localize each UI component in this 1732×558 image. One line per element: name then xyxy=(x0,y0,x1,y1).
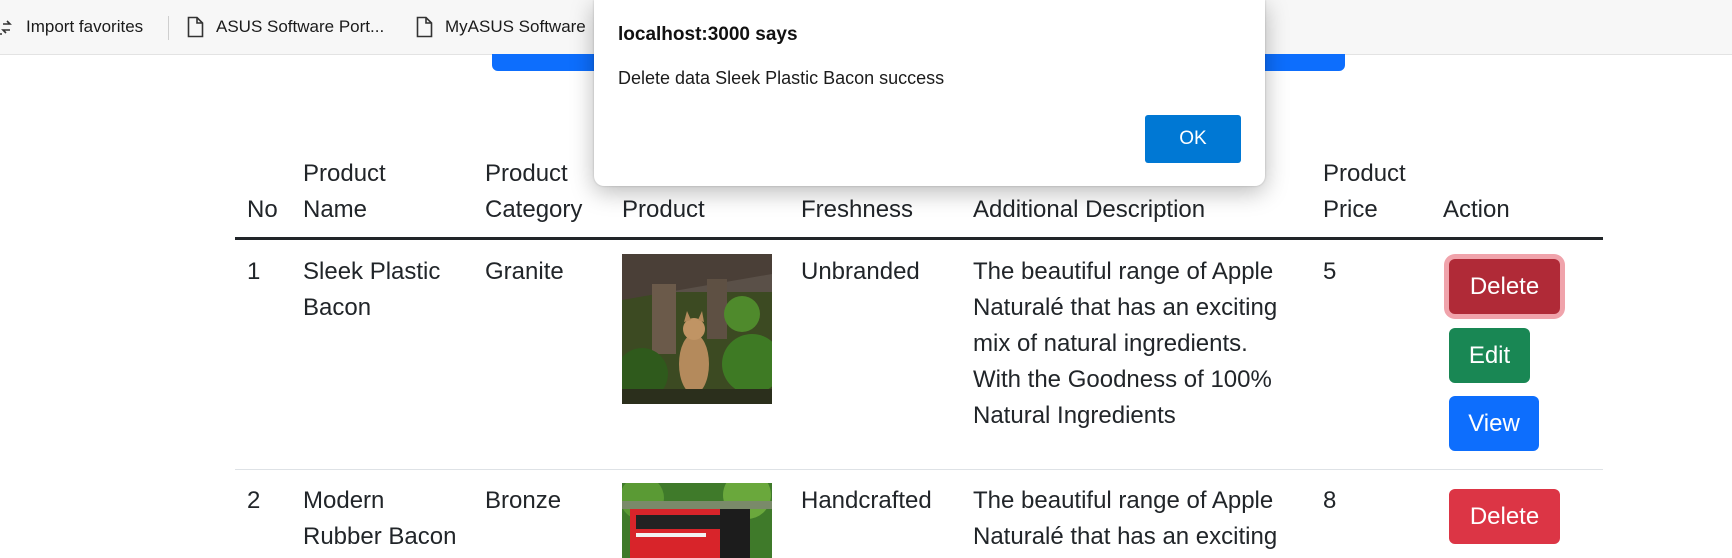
product-image-cat xyxy=(622,254,772,404)
row-price: 5 xyxy=(1323,258,1337,285)
row-product-name-line2: Rubber Bacon xyxy=(303,523,457,550)
delete-button[interactable]: Delete xyxy=(1449,259,1560,314)
bookmark-label: Import favorites xyxy=(26,17,144,36)
import-icon xyxy=(0,19,12,35)
bookmark-label: ASUS Software Port... xyxy=(216,17,385,36)
bookmark-label: MyASUS Software xyxy=(445,17,586,36)
dialog-title: localhost:3000 says xyxy=(618,24,798,45)
header-no: No xyxy=(247,196,278,223)
row-product-name-line1: Modern xyxy=(303,487,385,514)
delete-button[interactable]: Delete xyxy=(1449,489,1560,544)
row-description-line: Natural Ingredients xyxy=(973,402,1176,429)
header-description: Additional Description xyxy=(973,196,1206,223)
header-action: Action xyxy=(1443,196,1510,223)
header-name-line1: Product xyxy=(303,160,386,187)
row-product-name-line1: Sleek Plastic xyxy=(303,258,441,285)
bookmark-asus-software-portal[interactable]: ASUS Software Port... xyxy=(187,0,384,54)
bookmark-myasus-software[interactable]: MyASUS Software xyxy=(416,0,586,54)
row-freshness: Unbranded xyxy=(801,258,920,285)
header-name-line2: Name xyxy=(303,196,368,223)
row-freshness: Handcrafted xyxy=(801,487,932,514)
row-description-line: With the Goodness of 100% xyxy=(973,366,1272,393)
product-image-bus xyxy=(622,483,772,558)
header-price-line1: Product xyxy=(1323,160,1406,187)
row-description-line: Naturalé that has an exciting xyxy=(973,294,1278,321)
page-icon xyxy=(416,16,433,38)
row-description-line: mix of natural ingredients. xyxy=(973,330,1248,357)
row-category: Bronze xyxy=(485,487,562,514)
page-icon xyxy=(187,16,204,38)
header-category-line1: Product xyxy=(485,160,568,187)
row-description-line: The beautiful range of Apple xyxy=(973,258,1274,285)
alert-dialog: localhost:3000 says Delete data Sleek Pl… xyxy=(594,0,1265,186)
row-no: 2 xyxy=(247,487,261,514)
row-divider xyxy=(235,469,1603,470)
header-category-line2: Category xyxy=(485,196,583,223)
row-category: Granite xyxy=(485,258,564,285)
bookmark-separator xyxy=(168,16,169,40)
dialog-message: Delete data Sleek Plastic Bacon success xyxy=(618,68,945,88)
view-button[interactable]: View xyxy=(1449,396,1539,451)
header-image-line2: Product xyxy=(622,196,705,223)
row-price: 8 xyxy=(1323,487,1337,514)
row-no: 1 xyxy=(247,258,261,285)
header-freshness: Freshness xyxy=(801,196,914,223)
bookmark-import-favorites[interactable]: Import favorites xyxy=(0,0,143,54)
row-description-line: Naturalé that has an exciting xyxy=(973,523,1278,550)
header-divider xyxy=(235,237,1603,240)
edit-button[interactable]: Edit xyxy=(1449,328,1530,383)
header-price-line2: Price xyxy=(1323,196,1378,223)
row-description-line: The beautiful range of Apple xyxy=(973,487,1274,514)
ok-button[interactable]: OK xyxy=(1145,115,1241,163)
row-product-name-line2: Bacon xyxy=(303,294,372,321)
